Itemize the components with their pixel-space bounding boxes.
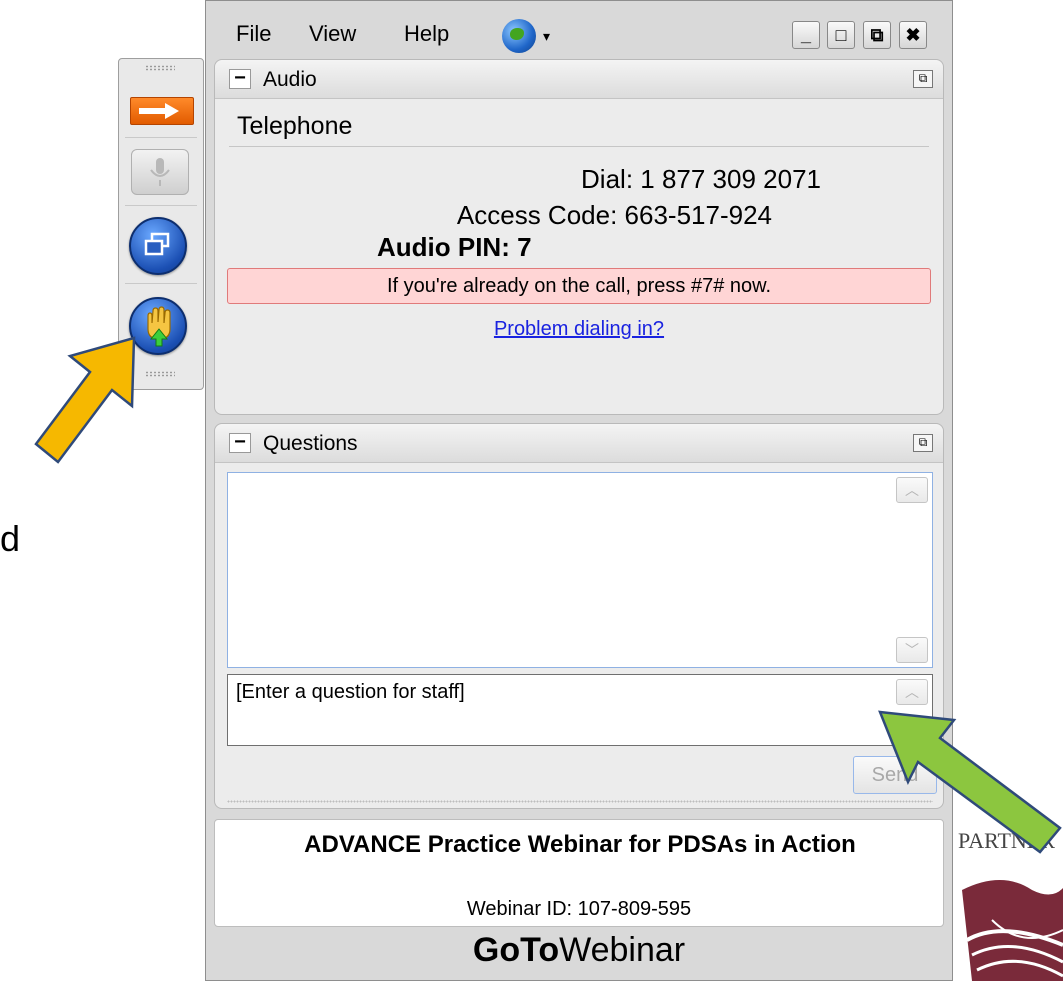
collapse-questions-button[interactable]: − xyxy=(229,432,251,453)
microphone-button[interactable] xyxy=(131,149,189,195)
divider xyxy=(125,283,197,284)
webinar-id: Webinar ID: 107-809-595 xyxy=(466,898,692,920)
restore-window-icon xyxy=(144,232,170,256)
audio-panel-title: Audio xyxy=(263,68,317,91)
restore-button[interactable]: ⧉ xyxy=(863,21,891,49)
brand-regular: Webinar xyxy=(559,931,686,969)
partner-logo-icon xyxy=(962,880,1063,981)
menu-file[interactable]: File xyxy=(236,21,271,47)
popout-icon[interactable]: ⧉ xyxy=(913,70,933,88)
divider xyxy=(125,137,197,138)
grip-icon[interactable] xyxy=(145,65,175,71)
maximize-button[interactable]: □ xyxy=(827,21,855,49)
audio-panel-header: − Audio ⧉ xyxy=(215,60,943,99)
scroll-down-icon[interactable]: ﹀ xyxy=(896,637,928,663)
dial-number: Dial: 1 877 309 2071 xyxy=(581,164,821,194)
webinar-title: ADVANCE Practice Webinar for PDSAs in Ac… xyxy=(304,831,856,858)
popout-icon[interactable]: ⧉ xyxy=(913,434,933,452)
already-on-call-notice: If you're already on the call, press #7#… xyxy=(227,268,931,304)
questions-log[interactable]: ︿ ﹀ xyxy=(227,472,933,668)
orange-pointer-arrow xyxy=(34,336,136,464)
divider xyxy=(229,146,929,147)
question-input[interactable]: [Enter a question for staff] ︿ xyxy=(227,674,933,746)
chevron-down-icon[interactable]: ▾ xyxy=(543,28,550,45)
brand-bold: GoTo xyxy=(472,931,560,969)
problem-dialing-link[interactable]: Problem dialing in? xyxy=(215,318,943,341)
resize-grip[interactable] xyxy=(227,800,933,803)
audio-mode-label: Telephone xyxy=(237,112,353,140)
question-input-placeholder: [Enter a question for staff] xyxy=(236,681,465,703)
audio-panel: − Audio ⧉ Telephone Dial: 1 877 309 2071… xyxy=(214,59,944,415)
questions-panel-title: Questions xyxy=(263,432,358,455)
language-globe-icon[interactable] xyxy=(502,19,536,53)
microphone-icon xyxy=(150,158,170,186)
menu-bar: File View Help ▾ _ □ ⧉ ✖ xyxy=(206,1,952,59)
green-pointer-arrow xyxy=(878,710,1062,854)
restore-window-button[interactable] xyxy=(129,217,187,275)
divider xyxy=(125,205,197,206)
access-code: Access Code: 663-517-924 xyxy=(456,200,772,230)
collapse-audio-button[interactable]: − xyxy=(229,68,251,89)
arrow-right-icon xyxy=(139,103,179,119)
menu-help[interactable]: Help xyxy=(404,21,449,47)
scroll-up-icon[interactable]: ︿ xyxy=(896,679,928,705)
questions-panel: − Questions ⧉ ︿ ﹀ [Enter a question for … xyxy=(214,423,944,809)
minimize-button[interactable]: _ xyxy=(792,21,820,49)
questions-panel-header: − Questions ⧉ xyxy=(215,424,943,463)
scroll-up-icon[interactable]: ︿ xyxy=(896,477,928,503)
slide-text-fragment: d xyxy=(0,518,21,559)
close-button[interactable]: ✖ xyxy=(899,21,927,49)
audio-pin: Audio PIN: 7 xyxy=(377,232,532,262)
show-panel-button[interactable] xyxy=(130,97,194,125)
gotowebinar-logo: GoToWebinar xyxy=(206,931,952,970)
menu-view[interactable]: View xyxy=(309,21,356,47)
webinar-info-box: ADVANCE Practice Webinar for PDSAs in Ac… xyxy=(214,819,944,927)
gotowebinar-control-panel: File View Help ▾ _ □ ⧉ ✖ − Audio ⧉ Telep… xyxy=(205,0,953,981)
